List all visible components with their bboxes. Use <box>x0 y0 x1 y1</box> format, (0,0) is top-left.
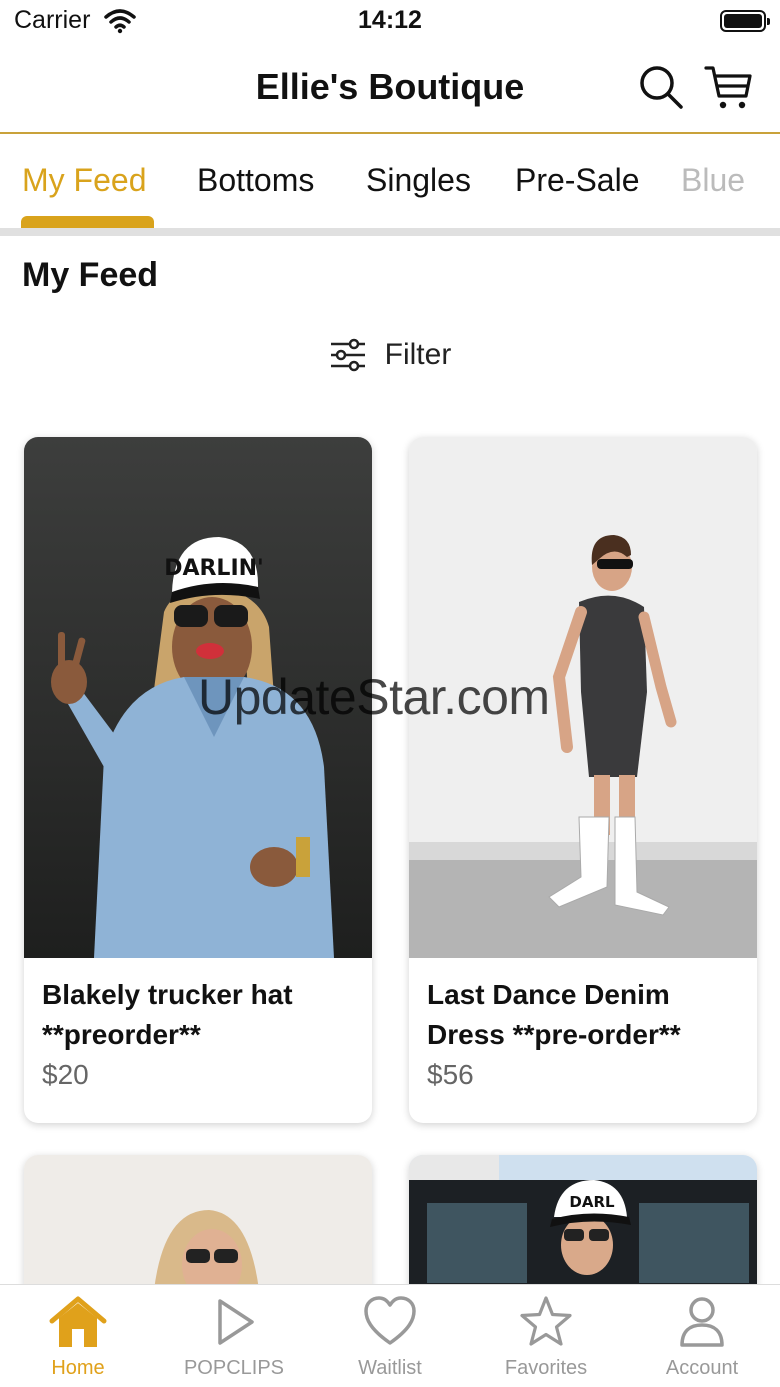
divider <box>0 228 780 236</box>
tab-home[interactable]: Home <box>0 1295 156 1380</box>
product-title: Dress **pre-order** <box>427 1019 681 1050</box>
tab-blue[interactable]: Blue <box>681 162 745 199</box>
section-title: My Feed <box>22 256 159 294</box>
filter-button[interactable]: Filter <box>0 338 780 378</box>
tab-bottoms[interactable]: Bottoms <box>197 162 314 199</box>
product-card[interactable]: DARLIN' Blakely trucker hat **preorder**… <box>24 437 372 1123</box>
product-title: **preorder** <box>42 1019 201 1050</box>
tab-label: POPCLIPS <box>183 1357 285 1379</box>
app-header: Ellie's Boutique <box>0 44 780 134</box>
product-info: Last Dance Denim Dress **pre-order** $56 <box>409 975 757 1093</box>
tab-favorites[interactable]: Favorites <box>468 1295 624 1380</box>
product-info: Blakely trucker hat **preorder** $20 <box>24 975 372 1093</box>
battery-icon <box>720 10 770 32</box>
product-price: $20 <box>42 1059 89 1090</box>
tab-my-feed[interactable]: My Feed <box>22 162 146 199</box>
sliders-icon <box>330 338 365 372</box>
svg-text:DARL: DARL <box>569 1193 615 1211</box>
tab-pre-sale[interactable]: Pre-Sale <box>515 162 640 199</box>
play-icon <box>218 1299 254 1345</box>
search-icon[interactable] <box>636 62 686 112</box>
tab-label: Account <box>665 1357 739 1379</box>
svg-text:DARLIN': DARLIN' <box>164 556 264 581</box>
product-title: Last Dance Denim <box>427 979 670 1010</box>
star-icon <box>520 1296 572 1346</box>
active-tab-indicator <box>21 216 154 228</box>
status-bar: Carrier 14:12 <box>0 0 780 44</box>
tab-waitlist[interactable]: Waitlist <box>312 1295 468 1380</box>
user-icon <box>680 1297 724 1347</box>
tab-singles[interactable]: Singles <box>366 162 471 199</box>
cart-icon[interactable] <box>704 62 754 112</box>
tab-label: Waitlist <box>358 1357 422 1379</box>
home-icon <box>49 1296 107 1347</box>
tab-account[interactable]: Account <box>624 1295 780 1380</box>
category-tabs: My Feed Bottoms Singles Pre-Sale Blue <box>0 136 780 228</box>
tab-popclips[interactable]: POPCLIPS <box>156 1295 312 1380</box>
filter-label: Filter <box>384 338 452 371</box>
clock: 14:12 <box>358 6 422 34</box>
tab-label: Favorites <box>504 1357 588 1379</box>
product-title: Blakely trucker hat <box>42 979 293 1010</box>
heart-icon <box>364 1296 416 1345</box>
bottom-tab-bar: Home POPCLIPS Waitlist Favorites Account <box>0 1284 780 1387</box>
product-price: $56 <box>427 1059 474 1090</box>
tab-label: Home <box>51 1357 105 1379</box>
watermark: UpdateStar.com <box>198 669 550 725</box>
product-card[interactable]: Last Dance Denim Dress **pre-order** $56 <box>409 437 757 1123</box>
